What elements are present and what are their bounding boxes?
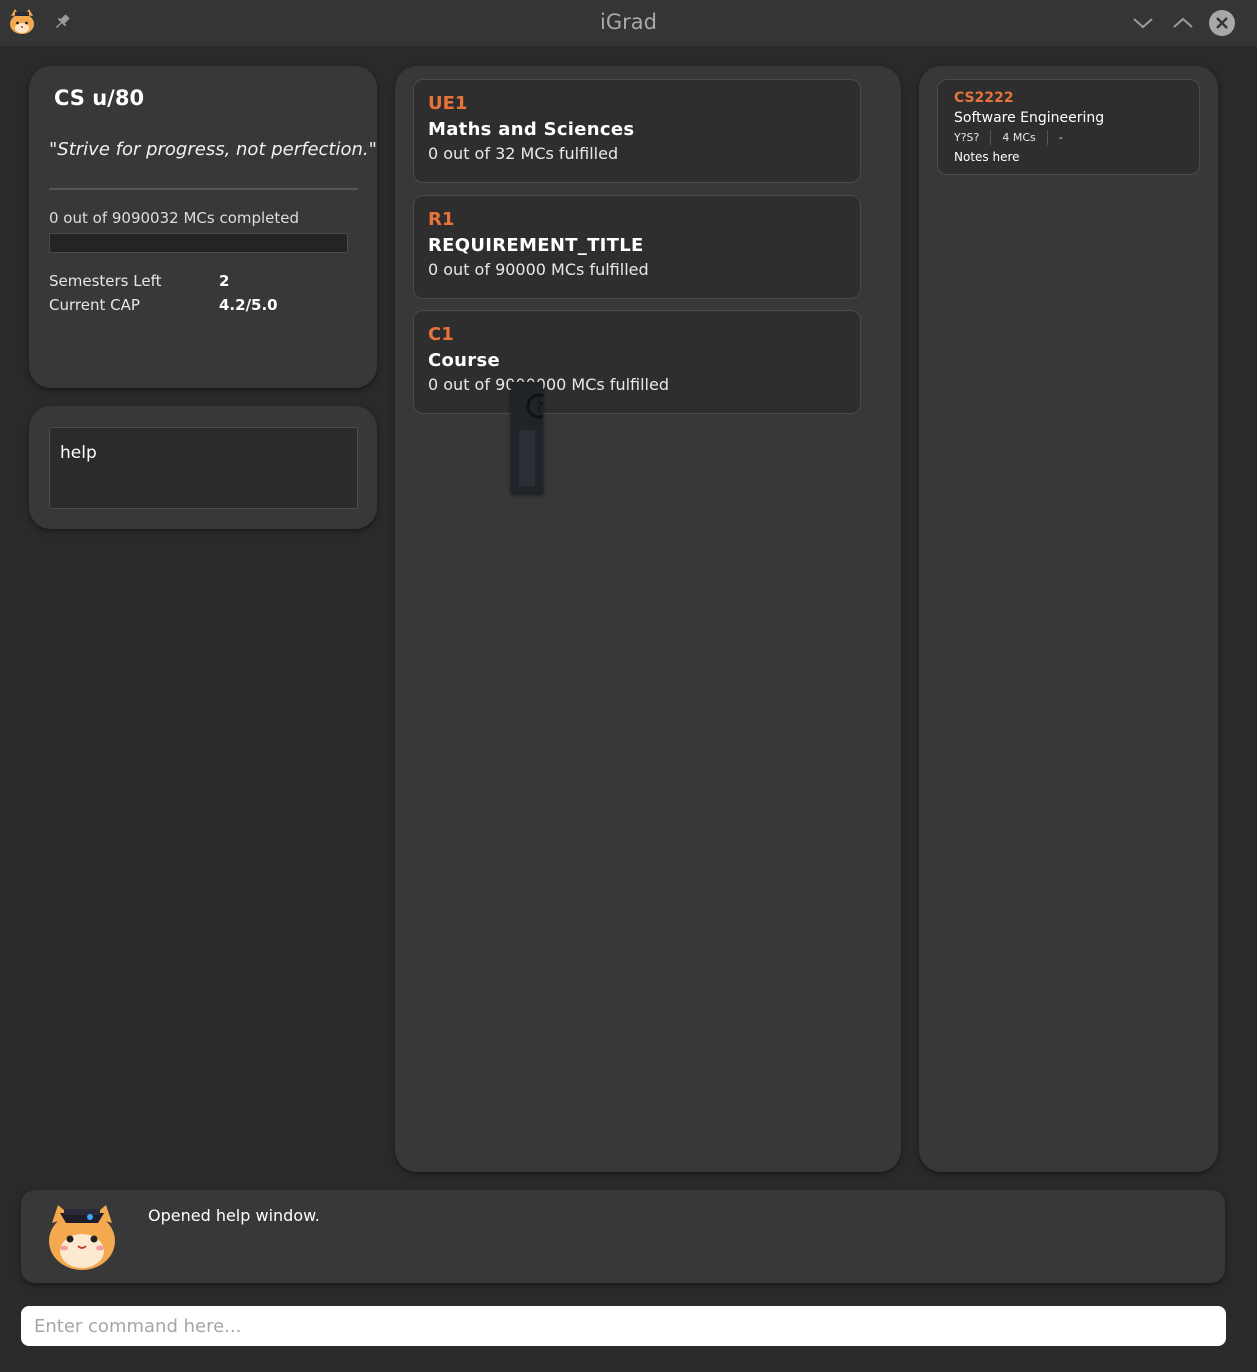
progress-text: 0 out of 9090032 MCs completed xyxy=(49,209,300,227)
current-cap-value: 4.2/5.0 xyxy=(219,296,278,314)
requirements-panel: UE1 Maths and Sciences 0 out of 32 MCs f… xyxy=(395,66,901,1172)
close-button[interactable] xyxy=(1208,9,1236,37)
separator xyxy=(1046,130,1048,145)
last-command-text: help xyxy=(60,443,97,463)
modules-panel: CS2222 Software Engineering Y?S? 4 MCs -… xyxy=(919,66,1218,1172)
divider xyxy=(49,188,358,190)
chevron-down-icon xyxy=(1133,18,1153,29)
maximize-button[interactable] xyxy=(1169,9,1197,37)
window-title: iGrad xyxy=(600,10,657,34)
progress-bar xyxy=(49,233,348,253)
help-icon: ? xyxy=(526,393,543,419)
requirement-code: C1 xyxy=(428,324,454,345)
module-card[interactable]: CS2222 Software Engineering Y?S? 4 MCs -… xyxy=(937,79,1200,175)
module-grade: - xyxy=(1058,131,1063,144)
svg-text:?: ? xyxy=(536,400,543,416)
requirement-mcs: 0 out of 32 MCs fulfilled xyxy=(428,144,619,163)
requirement-mcs: 0 out of 90000 MCs fulfilled xyxy=(428,260,649,279)
close-icon xyxy=(1209,10,1235,36)
requirement-mcs: 0 out of 9000000 MCs fulfilled xyxy=(428,375,669,394)
help-window-content xyxy=(519,430,535,486)
requirement-code: R1 xyxy=(428,209,455,230)
cat-mascot-icon xyxy=(49,1205,115,1270)
profile-panel: CS u/80 "Strive for progress, not perfec… xyxy=(29,66,377,388)
module-mcs: 4 MCs xyxy=(1002,131,1036,144)
requirement-card[interactable]: UE1 Maths and Sciences 0 out of 32 MCs f… xyxy=(413,79,861,183)
minimize-button[interactable] xyxy=(1129,9,1157,37)
requirement-code: UE1 xyxy=(428,93,468,114)
requirement-title: REQUIREMENT_TITLE xyxy=(428,235,644,256)
requirement-card[interactable]: C1 Course 0 out of 9000000 MCs fulfilled xyxy=(413,310,861,414)
semesters-left-label: Semesters Left xyxy=(49,272,162,290)
chevron-up-icon xyxy=(1173,17,1193,28)
result-display: Opened help window. xyxy=(21,1190,1225,1283)
requirement-title: Maths and Sciences xyxy=(428,119,635,140)
separator xyxy=(990,130,992,145)
module-code: CS2222 xyxy=(954,90,1014,106)
module-notes: Notes here xyxy=(954,150,1020,164)
help-window-popup[interactable]: ? xyxy=(511,382,543,494)
module-title: Software Engineering xyxy=(954,110,1105,126)
command-history-box[interactable]: help xyxy=(49,427,358,509)
title-bar: iGrad xyxy=(0,0,1257,46)
result-message: Opened help window. xyxy=(148,1206,320,1225)
command-history-panel: help xyxy=(29,406,377,529)
semesters-left-value: 2 xyxy=(219,272,230,290)
motivational-quote: "Strive for progress, not perfection." xyxy=(49,139,377,160)
module-semester: Y?S? xyxy=(954,131,980,144)
course-name: CS u/80 xyxy=(54,86,145,110)
current-cap-label: Current CAP xyxy=(49,296,140,314)
command-input[interactable] xyxy=(21,1306,1226,1346)
requirement-title: Course xyxy=(428,350,500,371)
module-meta: Y?S? 4 MCs - xyxy=(954,130,1063,145)
requirement-card[interactable]: R1 REQUIREMENT_TITLE 0 out of 90000 MCs … xyxy=(413,195,861,299)
